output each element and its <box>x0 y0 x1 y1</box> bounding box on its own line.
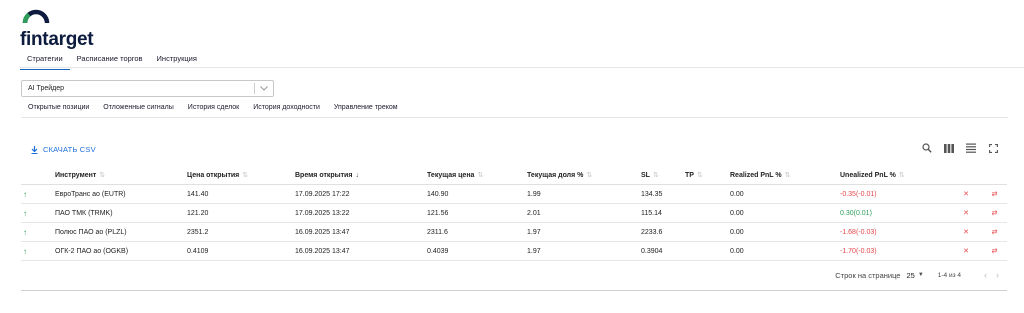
cell-instrument: ОГК-2 ПАО ао (OGKB) <box>55 247 129 255</box>
reverse-position-icon[interactable]: ⇄ <box>992 190 998 198</box>
table-toolbar <box>920 142 1000 154</box>
cell-share: 1.99 <box>527 190 541 198</box>
reverse-position-icon[interactable]: ⇄ <box>992 228 998 236</box>
sort-icon[interactable]: ⇅ <box>653 171 659 179</box>
logo-text: fintarget <box>20 29 94 50</box>
header-open-time[interactable]: Время открытия ↓ <box>295 172 427 179</box>
cell-unrealized: -0.35(-0.01) <box>840 190 877 198</box>
tab-yield-history[interactable]: История доходности <box>246 101 327 118</box>
page-range: 1-4 из 4 <box>937 271 961 279</box>
header-tp[interactable]: TP ⇅ <box>685 171 730 180</box>
strategy-select-value: AI Трейдер <box>28 85 65 92</box>
header-unrealized-pnl[interactable]: Unealized PnL % ⇅ <box>840 171 950 180</box>
cell-realized: 0.00 <box>730 228 744 236</box>
chevron-down-icon[interactable] <box>255 86 273 91</box>
rows-per-page-label: Строк на странице <box>835 270 901 280</box>
sort-icon[interactable]: ⇅ <box>477 171 483 179</box>
long-arrow-icon: ↑ <box>23 227 27 237</box>
cell-open-price: 141.40 <box>187 190 209 198</box>
cell-share: 2.01 <box>527 209 541 217</box>
cell-instrument: ЕвроТранс ао (EUTR) <box>55 190 126 198</box>
download-csv-label: СКАЧАТЬ CSV <box>43 145 96 154</box>
cell-sl: 2233.6 <box>641 228 663 236</box>
cell-unrealized: -1.70(-0.03) <box>840 247 877 255</box>
caret-down-icon[interactable]: ▼ <box>918 272 924 278</box>
sort-icon[interactable]: ⇅ <box>586 171 592 179</box>
download-icon <box>31 145 38 154</box>
fintarget-logo[interactable]: fintarget <box>20 6 100 50</box>
long-arrow-icon: ↑ <box>23 246 27 256</box>
pagination: Строк на странице 25 ▼ 1-4 из 4 ‹ › <box>835 270 999 280</box>
reverse-position-icon[interactable]: ⇄ <box>992 209 998 217</box>
table-row[interactable]: ↑ Полюс ПАО ао (PLZL) 2351.2 16.09.2025 … <box>21 223 1007 242</box>
tab-trade-history[interactable]: История сделок <box>181 101 246 118</box>
header-current-share[interactable]: Текущая доля % ⇅ <box>527 171 641 180</box>
cell-open-time: 17.09.2025 13:22 <box>295 209 350 217</box>
cell-realized: 0.00 <box>730 190 744 198</box>
sort-icon[interactable]: ⇅ <box>697 171 703 179</box>
tab-open-positions[interactable]: Открытые позиции <box>21 101 97 118</box>
table-bottom-border <box>21 290 1007 291</box>
cell-instrument: Полюс ПАО ао (PLZL) <box>55 228 127 236</box>
sort-icon[interactable]: ⇅ <box>242 171 248 179</box>
cell-open-time: 16.09.2025 13:47 <box>295 247 350 255</box>
reverse-position-icon[interactable]: ⇄ <box>992 247 998 255</box>
cell-sl: 134.35 <box>641 190 663 198</box>
sort-desc-icon[interactable]: ↓ <box>355 172 359 179</box>
cell-open-price: 2351.2 <box>187 228 209 236</box>
cell-open-price: 0.4109 <box>187 247 209 255</box>
sub-tabs-divider <box>21 117 1008 118</box>
search-icon[interactable] <box>920 142 934 154</box>
density-icon[interactable] <box>964 142 978 154</box>
sort-icon[interactable]: ⇅ <box>785 171 791 179</box>
table-row[interactable]: ↑ ЕвроТранс ао (EUTR) 141.40 17.09.2025 … <box>21 185 1007 204</box>
cell-open-price: 121.20 <box>187 209 209 217</box>
cell-unrealized: 0.30(0.01) <box>840 209 872 217</box>
cell-unrealized: -1.68(-0.03) <box>840 228 877 236</box>
header-instrument[interactable]: Инструмент ⇅ <box>55 171 187 180</box>
open-positions-table: Инструмент ⇅ Цена открытия ⇅ Время открыти… <box>21 166 1007 261</box>
rows-per-page-select[interactable]: 25 <box>906 271 914 280</box>
tab-pending-signals[interactable]: Отложенные сигналы <box>96 101 181 118</box>
strategy-select[interactable]: AI Трейдер <box>21 80 274 97</box>
next-page-icon[interactable]: › <box>996 270 999 280</box>
cell-current-price: 121.56 <box>427 209 449 217</box>
close-position-icon[interactable]: ✕ <box>963 190 969 198</box>
columns-icon[interactable] <box>942 142 956 154</box>
close-position-icon[interactable]: ✕ <box>963 209 969 217</box>
cell-current-price: 140.90 <box>427 190 449 198</box>
cell-realized: 0.00 <box>730 247 744 255</box>
close-position-icon[interactable]: ✕ <box>963 247 969 255</box>
arc-logo-icon <box>22 9 50 24</box>
cell-sl: 115.14 <box>641 209 662 217</box>
prev-page-icon[interactable]: ‹ <box>984 270 987 280</box>
download-csv-button[interactable]: СКАЧАТЬ CSV <box>31 145 96 154</box>
cell-open-time: 16.09.2025 13:47 <box>295 228 350 236</box>
tabs-divider <box>20 67 1024 68</box>
cell-open-time: 17.09.2025 17:22 <box>295 190 350 198</box>
sort-icon[interactable]: ⇅ <box>99 171 105 179</box>
cell-current-price: 0.4039 <box>427 247 449 255</box>
header-current-price[interactable]: Текущая цена ⇅ <box>427 171 527 180</box>
header-open-price[interactable]: Цена открытия ⇅ <box>187 171 295 180</box>
long-arrow-icon: ↑ <box>23 189 27 199</box>
positions-tabs: Открытые позиции Отложенные сигналы Исто… <box>21 101 405 118</box>
fullscreen-icon[interactable] <box>986 142 1000 154</box>
cell-realized: 0.00 <box>730 209 744 217</box>
table-header: Инструмент ⇅ Цена открытия ⇅ Время открыти… <box>21 166 1007 185</box>
long-arrow-icon: ↑ <box>23 208 27 218</box>
header-sl[interactable]: SL ⇅ <box>641 171 685 180</box>
tab-track-management[interactable]: Управление треком <box>327 101 405 118</box>
cell-instrument: ПАО ТМК (TRMK) <box>55 209 113 217</box>
table-row[interactable]: ↑ ОГК-2 ПАО ао (OGKB) 0.4109 16.09.2025 … <box>21 242 1007 261</box>
close-position-icon[interactable]: ✕ <box>963 228 969 236</box>
cell-share: 1.97 <box>527 228 541 236</box>
table-row[interactable]: ↑ ПАО ТМК (TRMK) 121.20 17.09.2025 13:22… <box>21 204 1007 223</box>
cell-sl: 0.3904 <box>641 247 663 255</box>
cell-share: 1.97 <box>527 247 541 255</box>
cell-current-price: 2311.6 <box>427 228 448 236</box>
sort-icon[interactable]: ⇅ <box>899 171 905 179</box>
header-realized-pnl[interactable]: Realized PnL % ⇅ <box>730 171 840 180</box>
